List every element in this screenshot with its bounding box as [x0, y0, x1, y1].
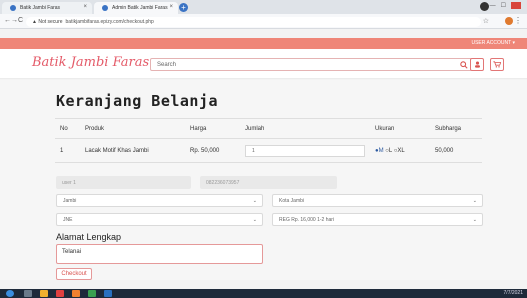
maximize-button[interactable]: ☐ [501, 2, 506, 9]
start-button[interactable] [6, 290, 14, 297]
taskbar-app[interactable] [24, 290, 32, 297]
city-select[interactable]: Kota Jambi ⌄ [272, 194, 483, 207]
col-harga: Harga [185, 118, 240, 139]
taskbar-app[interactable] [104, 290, 112, 297]
size-radio-group: ●M ○L ○XL [370, 138, 430, 163]
col-jumlah: Jumlah [240, 118, 370, 139]
browser-tab-shop[interactable]: Batik Jambi Faras × [2, 2, 92, 14]
forward-icon[interactable]: → [11, 17, 18, 24]
cell-subharga: 50,000 [430, 138, 482, 163]
col-ukuran: Ukuran [370, 118, 430, 139]
url-text: batikjambifaras.epizy.com/checkout.php [65, 19, 154, 25]
chevron-down-icon: ⌄ [472, 216, 477, 223]
address-textarea[interactable]: Telanai [56, 244, 263, 264]
profile-icon[interactable] [480, 2, 489, 11]
table-header-row: No Produk Harga Jumlah Ukuran Subharga [55, 118, 482, 139]
tab-label: Admin Batik Jambi Faras [112, 5, 168, 11]
cell-produk: Lacak Motif Khas Jambi [80, 138, 185, 163]
col-no: No [55, 118, 80, 139]
taskbar-app[interactable] [40, 290, 48, 297]
browser-menu-icon[interactable]: ⋮ [514, 16, 522, 25]
address-label: Alamat Lengkap [56, 232, 122, 242]
checkout-button[interactable]: Checkout [56, 268, 92, 280]
browser-tab-admin[interactable]: Admin Batik Jambi Faras × [94, 2, 178, 14]
table-row: 1 Lacak Motif Khas Jambi Rp. 50,000 1 ●M… [55, 138, 482, 163]
not-secure-indicator[interactable]: ▲ Not secure [32, 19, 63, 25]
favicon-icon [102, 5, 108, 11]
close-window-button[interactable] [511, 2, 521, 9]
size-radio-m[interactable]: ●M [375, 148, 384, 154]
province-select[interactable]: Jambi ⌄ [56, 194, 263, 207]
courier-select[interactable]: JNE ⌄ [56, 213, 263, 226]
url-input[interactable]: ▲ Not secure batikjambifaras.epizy.com/c… [26, 17, 481, 27]
cart-table: No Produk Harga Jumlah Ukuran Subharga 1… [55, 118, 482, 163]
size-radio-xl[interactable]: ○XL [394, 148, 405, 154]
page-title: Keranjang Belanja [56, 92, 219, 110]
site-logo[interactable]: Batik Jambi Faras [32, 55, 149, 70]
taskbar-app[interactable] [72, 290, 80, 297]
cell-no: 1 [55, 138, 80, 163]
reload-icon[interactable]: C [18, 17, 23, 24]
taskbar-clock: 7/7/2021 [503, 290, 523, 296]
new-tab-button[interactable]: + [179, 3, 188, 12]
chevron-down-icon: ⌄ [252, 197, 257, 204]
bookmark-star-icon[interactable]: ☆ [483, 17, 489, 25]
address-bar: ← → C ▲ Not secure batikjambifaras.epizy… [0, 14, 527, 29]
close-tab-icon[interactable]: × [83, 4, 87, 10]
user-account-menu[interactable]: USER ACCOUNT ▾ [471, 40, 515, 46]
name-field: user 1 [56, 176, 191, 189]
site-header: Batik Jambi Faras Search [0, 49, 527, 79]
chevron-down-icon: ⌄ [472, 197, 477, 204]
size-radio-l[interactable]: ○L [385, 148, 392, 154]
user-button[interactable] [470, 58, 484, 71]
chevron-down-icon: ⌄ [252, 216, 257, 223]
service-select[interactable]: REG Rp. 16,000 1-2 hari ⌄ [272, 213, 483, 226]
cart-button[interactable] [490, 58, 504, 71]
col-produk: Produk [80, 118, 185, 139]
user-icon [474, 61, 480, 68]
site-topbar: USER ACCOUNT ▾ [0, 38, 527, 49]
cart-icon [493, 61, 501, 68]
window-controls: — ☐ [490, 2, 521, 9]
os-taskbar: 7/7/2021 [0, 289, 527, 298]
col-subharga: Subharga [430, 118, 482, 139]
favicon-icon [10, 5, 16, 11]
cell-harga: Rp. 50,000 [185, 138, 240, 163]
phone-field: 082236073957 [200, 176, 337, 189]
quantity-input[interactable]: 1 [245, 144, 365, 157]
back-icon[interactable]: ← [4, 17, 11, 24]
taskbar-app[interactable] [88, 290, 96, 297]
tab-label: Batik Jambi Faras [20, 5, 61, 11]
extension-icon[interactable] [505, 17, 513, 25]
taskbar-app[interactable] [56, 290, 64, 297]
search-input[interactable]: Search [150, 58, 472, 71]
close-tab-icon[interactable]: × [169, 4, 173, 10]
minimize-button[interactable]: — [490, 3, 496, 9]
browser-tabstrip: Batik Jambi Faras × Admin Batik Jambi Fa… [0, 0, 527, 14]
